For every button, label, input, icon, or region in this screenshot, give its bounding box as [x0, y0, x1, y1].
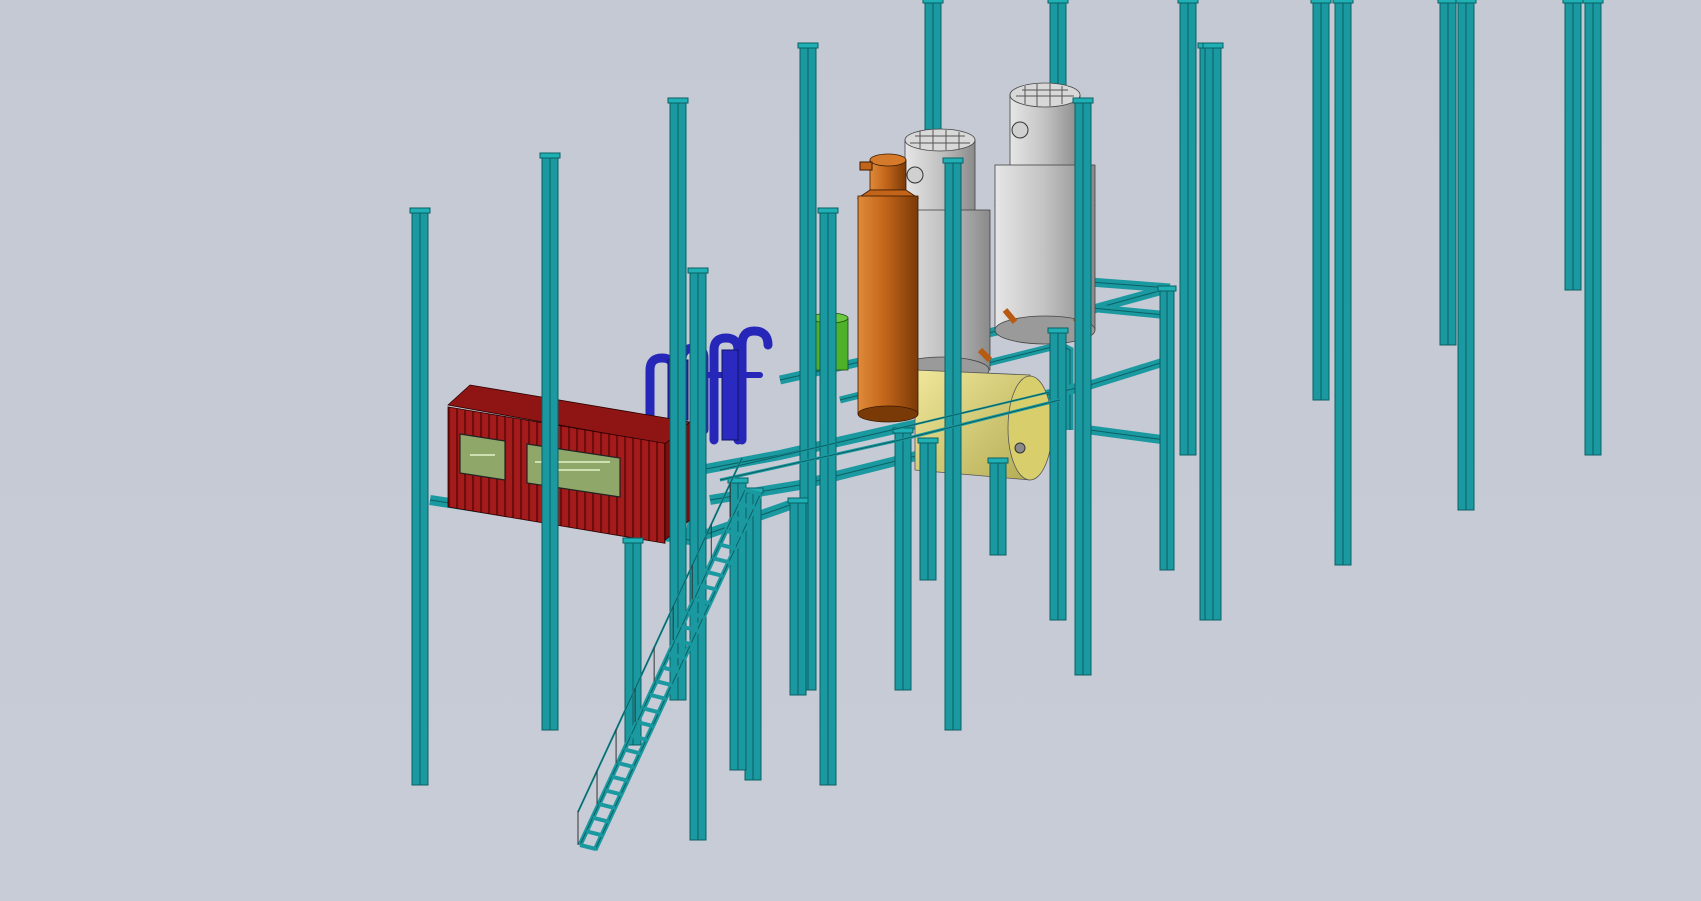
column-cap — [817, 207, 839, 214]
cad-3d-viewport[interactable] — [0, 0, 1701, 901]
column-cap — [987, 457, 1009, 464]
column-cap — [917, 437, 939, 444]
stair-tread — [611, 774, 629, 783]
column-cap — [1582, 0, 1604, 4]
column-cap — [1202, 42, 1224, 49]
stair-tread — [706, 569, 724, 578]
column-cap — [942, 157, 964, 164]
column-cap — [1332, 0, 1354, 4]
column-cap — [1047, 327, 1069, 334]
column-cap — [409, 207, 431, 214]
column-cap — [1562, 0, 1584, 4]
column-cap — [787, 497, 809, 504]
orange-column-stack[interactable] — [856, 153, 920, 423]
column-cap — [1072, 97, 1094, 104]
stair-tread — [592, 815, 610, 824]
stair-tread — [642, 706, 660, 715]
stair-tread — [617, 761, 635, 770]
column-cap — [622, 537, 644, 544]
column-cap — [1310, 0, 1332, 4]
column-cap — [1157, 285, 1177, 292]
plant-3d-model[interactable] — [0, 0, 1701, 901]
column-cap — [1455, 0, 1477, 4]
stair-tread — [649, 692, 667, 701]
column-cap — [687, 267, 709, 274]
column-cap — [1437, 0, 1459, 4]
column-cap — [1047, 0, 1069, 4]
stair-tread — [712, 556, 730, 565]
column-cap — [539, 152, 561, 159]
stair-tread — [598, 802, 616, 810]
stair-tread — [585, 829, 603, 838]
stair-tread — [604, 788, 622, 797]
column-cap — [667, 97, 689, 104]
column-cap — [797, 42, 819, 49]
stair-tread — [623, 747, 641, 756]
column-cap — [922, 0, 944, 4]
column-cap — [1177, 0, 1199, 4]
stair-tread — [579, 843, 597, 851]
